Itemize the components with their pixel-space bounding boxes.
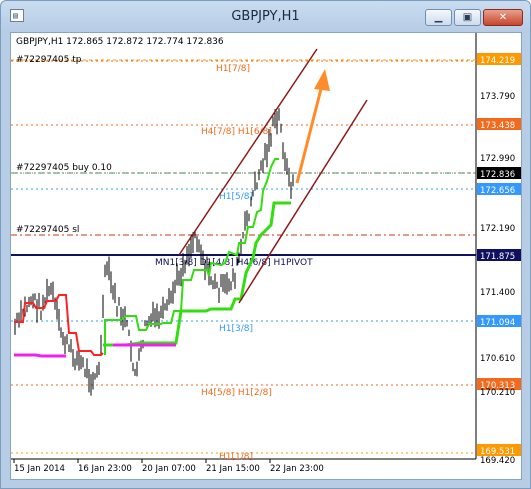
price-axis-label: 169.420: [480, 456, 515, 466]
price-axis-label: 172.190: [480, 224, 515, 234]
chart-header: GBPJPY,H1 172.865 172.872 172.774 172.83…: [16, 37, 224, 47]
price-axis-label: 171.400: [480, 288, 515, 298]
price-axis-label: 172.836: [480, 170, 515, 180]
close-icon: ✕: [498, 12, 508, 23]
murrey-label-pivot: MN1[3/8] D1[4/8] H4[6/8] H1PIVOT: [155, 258, 313, 268]
price-axis-label: 173.790: [480, 92, 515, 102]
time-axis-label: 21 Jan 15:00: [206, 464, 260, 474]
title-bar[interactable]: ▤ GBPJPY,H1 ▁ ▣ ✕: [1, 1, 530, 31]
murrey-label-h1-3-8: H1[3/8]: [219, 324, 253, 334]
trend-line-magenta-left: [14, 353, 66, 358]
time-axis-label: 20 Jan 07:00: [142, 464, 196, 474]
time-axis-label: 15 Jan 2014: [14, 464, 65, 474]
price-axis-label: 170.210: [480, 388, 515, 398]
order-sl-label: #72297405 sl: [16, 225, 79, 235]
maximize-button[interactable]: ▣: [454, 9, 481, 26]
price-axis-label: 173.438: [480, 121, 515, 131]
murrey-label-h1-1-8: H1[1/8]: [219, 452, 253, 462]
terminal-chart-window: ▤ GBPJPY,H1 ▁ ▣ ✕ GBPJPY,H1 172.865 172.…: [0, 0, 531, 489]
price-chart[interactable]: GBPJPY,H1 172.865 172.872 172.774 172.83…: [11, 33, 521, 479]
minimize-icon: ▁: [434, 12, 443, 23]
price-axis-label: 172.656: [480, 186, 515, 196]
order-buy-label: #72297405 buy 0.10: [16, 163, 112, 173]
chart-area[interactable]: GBPJPY,H1 172.865 172.872 172.774 172.83…: [10, 32, 522, 480]
price-axis-label: 171.875: [480, 252, 515, 262]
price-axis-label: 172.990: [480, 154, 515, 164]
price-axis-label: 171.094: [480, 318, 515, 328]
murrey-label-h1-5-8: H1[5/8]: [219, 192, 253, 202]
murrey-label-h4-5-8: H4[5/8] H1[2/8]: [201, 388, 272, 398]
close-button[interactable]: ✕: [483, 9, 523, 26]
order-tp-label: #72297405 tp: [16, 55, 82, 65]
murrey-label-h1-7-8: H1[7/8]: [216, 64, 250, 74]
price-axis-label: 170.610: [480, 354, 515, 364]
time-axis-label: 16 Jan 23:00: [78, 464, 132, 474]
maximize-icon: ▣: [462, 12, 473, 23]
price-axis-label: 174.219: [480, 56, 515, 66]
time-axis-label: 22 Jan 23:00: [270, 464, 324, 474]
minimize-button[interactable]: ▁: [425, 9, 452, 26]
